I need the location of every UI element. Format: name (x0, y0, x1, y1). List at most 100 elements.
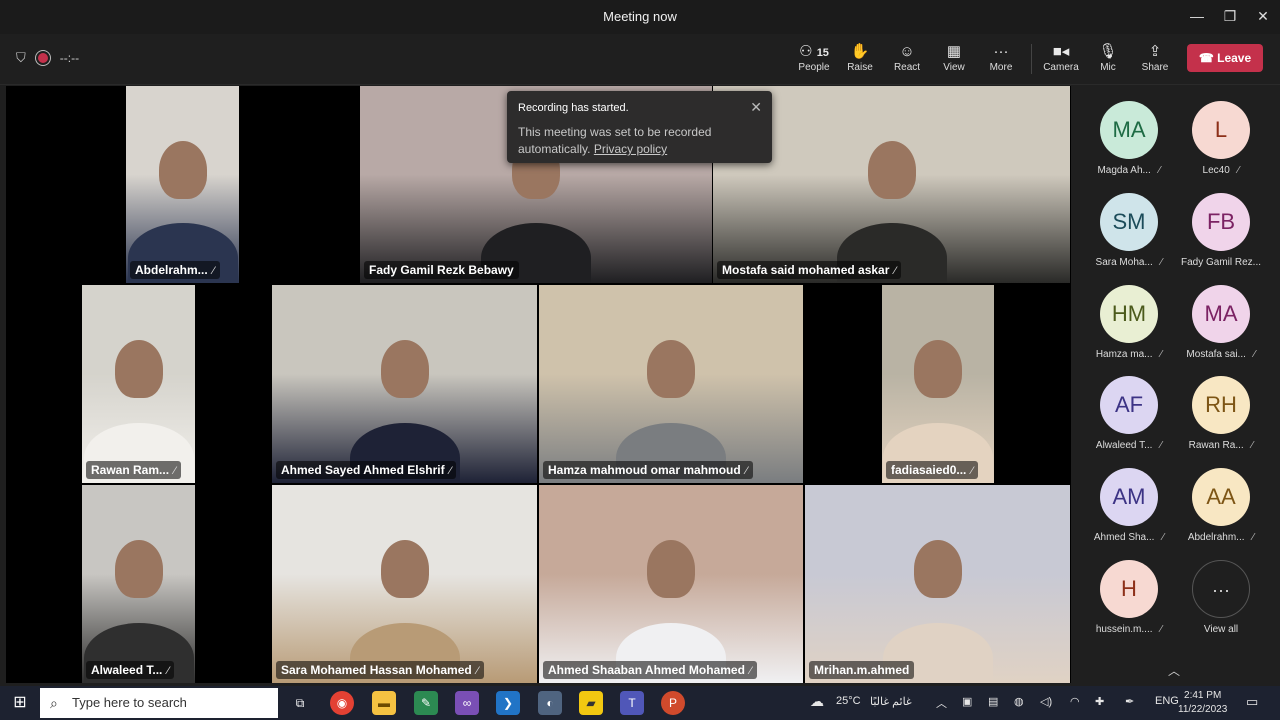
tray-app-icon[interactable]: ◍ (1014, 695, 1024, 708)
view-label: View (943, 62, 965, 73)
participant-item[interactable]: RH Rawan Ra... ⁄ (1176, 376, 1266, 451)
person-silhouette (914, 340, 962, 399)
video-tile[interactable]: Mrihan.m.ahmed (805, 485, 1070, 683)
window-titlebar: Meeting now — ❐ ✕ (0, 0, 1280, 34)
meeting-timer: --:-- (59, 51, 80, 65)
sticky-notes-icon[interactable]: ▰ (579, 691, 603, 715)
participant-nametag: Ahmed Sayed Ahmed Elshrif ⁄ (276, 461, 457, 479)
video-tile[interactable]: Abdelrahm... ⁄ (126, 86, 239, 283)
vscode-icon[interactable]: ❯ (496, 691, 520, 715)
people-button[interactable]: ⚇ 15 People (789, 42, 839, 73)
video-tile[interactable]: Rawan Ram... ⁄ (82, 285, 195, 483)
wifi-icon[interactable]: ◠ (1070, 695, 1080, 708)
mic-off-icon: ⁄ (1251, 440, 1254, 451)
video-feed (272, 485, 537, 683)
participant-name: Magda Ah... ⁄ (1097, 165, 1161, 176)
person-silhouette (913, 540, 962, 599)
participant-item[interactable]: MA Magda Ah... ⁄ (1084, 101, 1174, 176)
participant-item[interactable]: L Lec40 ⁄ (1176, 101, 1266, 176)
weather-temp[interactable]: 25°C (836, 695, 861, 707)
participant-name: Ahmed Sha... ⁄ (1093, 532, 1165, 543)
participant-item[interactable]: FB Fady Gamil Rez... (1176, 193, 1266, 268)
camera-icon: ■◂ (1052, 43, 1070, 60)
participant-nametag: Hamza mahmoud omar mahmoud ⁄ (543, 461, 753, 479)
participant-nametag: Fady Gamil Rezk Bebawy (364, 261, 519, 279)
video-feed (272, 285, 537, 483)
system-clock[interactable]: 2:41 PM 11/22/2023 (1178, 689, 1227, 717)
video-feed (82, 485, 195, 683)
more-button[interactable]: ··· More (976, 42, 1026, 73)
app-icon[interactable]: ✎ (414, 691, 438, 715)
participant-item[interactable]: HM Hamza ma... ⁄ (1084, 285, 1174, 360)
mic-off-icon: ⁄ (476, 665, 479, 677)
raise-hand-button[interactable]: ✋ Raise (835, 42, 885, 73)
app-icon[interactable]: ◐ (538, 691, 562, 715)
restore-button[interactable]: ❐ (1217, 6, 1243, 26)
chevron-up-icon[interactable]: ︿ (936, 695, 947, 711)
hand-icon: ✋ (850, 43, 870, 60)
leave-button[interactable]: ☎ Leave (1187, 44, 1263, 72)
tray-app-icon[interactable]: ▣ (962, 695, 972, 708)
share-icon: ⇪ (1148, 43, 1162, 60)
video-tile[interactable]: Ahmed Shaaban Ahmed Mohamed ⁄ (539, 485, 803, 683)
notification-icon[interactable]: ▭ (1246, 694, 1258, 710)
participant-nametag: fadiasaied0... ⁄ (886, 461, 979, 479)
ellipsis-icon: ··· (993, 43, 1009, 60)
video-tile[interactable]: Hamza mahmoud omar mahmoud ⁄ (539, 285, 803, 483)
participant-name: Alwaleed T... ⁄ (1095, 440, 1163, 451)
toast-body: This meeting was set to be recorded auto… (518, 125, 712, 156)
tray-app-icon[interactable]: ▤ (988, 695, 998, 708)
teams-icon[interactable]: T (620, 691, 644, 715)
video-tile[interactable]: Sara Mohamed Hassan Mohamed ⁄ (272, 485, 537, 683)
camera-label: Camera (1043, 62, 1079, 73)
participant-nametag: Sara Mohamed Hassan Mohamed ⁄ (276, 661, 484, 679)
chrome-icon[interactable]: ◉ (330, 691, 354, 715)
mic-button[interactable]: 🎙 Mic (1083, 42, 1133, 73)
file-explorer-icon[interactable]: ▬ (372, 691, 396, 715)
participant-item[interactable]: SM Sara Moha... ⁄ (1084, 193, 1174, 268)
avatar: AA (1192, 468, 1250, 526)
chevron-up-icon[interactable]: ︿ (1168, 662, 1180, 679)
participant-item[interactable]: AM Ahmed Sha... ⁄ (1084, 468, 1174, 543)
participant-name: Sara Moha... ⁄ (1095, 257, 1163, 268)
mic-off-icon: ⁄ (971, 465, 974, 477)
visual-studio-icon[interactable]: ∞ (455, 691, 479, 715)
react-button[interactable]: ☺ React (882, 42, 932, 73)
participant-item[interactable]: AA Abdelrahm... ⁄ (1176, 468, 1266, 543)
window-title: Meeting now (603, 9, 677, 24)
taskbar-search-input[interactable]: ⌕ Type here to search (40, 688, 278, 718)
participants-panel: MA Magda Ah... ⁄ L Lec40 ⁄ SM Sara Moha...… (1071, 86, 1280, 660)
video-tile[interactable]: Ahmed Sayed Ahmed Elshrif ⁄ (272, 285, 537, 483)
mic-off-icon: ⁄ (1160, 440, 1163, 451)
view-button[interactable]: ▦ View (929, 42, 979, 73)
camera-button[interactable]: ■◂ Camera (1036, 42, 1086, 73)
windows-start-icon[interactable]: ⊞ (8, 691, 32, 715)
close-window-button[interactable]: ✕ (1250, 6, 1276, 26)
privacy-policy-link[interactable]: Privacy policy (594, 142, 667, 156)
mic-off-icon: ⁄ (1252, 532, 1255, 543)
pen-icon[interactable]: ✒ (1125, 695, 1134, 708)
language-indicator[interactable]: ENG (1155, 695, 1179, 707)
close-icon[interactable]: ✕ (750, 99, 762, 116)
video-feed (82, 285, 195, 483)
participant-name: Hamza ma... ⁄ (1095, 349, 1163, 360)
video-tile[interactable]: Alwaleed T... ⁄ (82, 485, 195, 683)
search-icon: ⌕ (50, 695, 58, 711)
task-view-icon[interactable]: ⧉ (288, 691, 312, 715)
participant-nametag: Abdelrahm... ⁄ (130, 261, 220, 279)
shield-icon: ⛉ (16, 50, 26, 65)
speaker-icon[interactable]: ◁) (1040, 695, 1052, 708)
powerpoint-icon[interactable]: P (661, 691, 685, 715)
mic-off-icon: ⁄ (1160, 624, 1163, 635)
video-stage: Abdelrahm... ⁄ Fady Gamil Rezk Bebawy Mos… (6, 86, 1071, 683)
view-all-button[interactable]: ··· View all (1176, 560, 1266, 635)
tray-app-icon[interactable]: ✚ (1095, 695, 1104, 708)
clock-date: 11/22/2023 (1178, 704, 1228, 715)
video-tile[interactable]: fadiasaied0... ⁄ (882, 285, 994, 483)
participant-item[interactable]: AF Alwaleed T... ⁄ (1084, 376, 1174, 451)
share-button[interactable]: ⇪ Share (1130, 42, 1180, 73)
participant-item[interactable]: MA Mostafa sai... ⁄ (1176, 285, 1266, 360)
participant-name: Rawan Ra... ⁄ (1188, 440, 1254, 451)
participant-item[interactable]: H hussein.m.... ⁄ (1084, 560, 1174, 635)
minimize-button[interactable]: — (1184, 6, 1210, 26)
